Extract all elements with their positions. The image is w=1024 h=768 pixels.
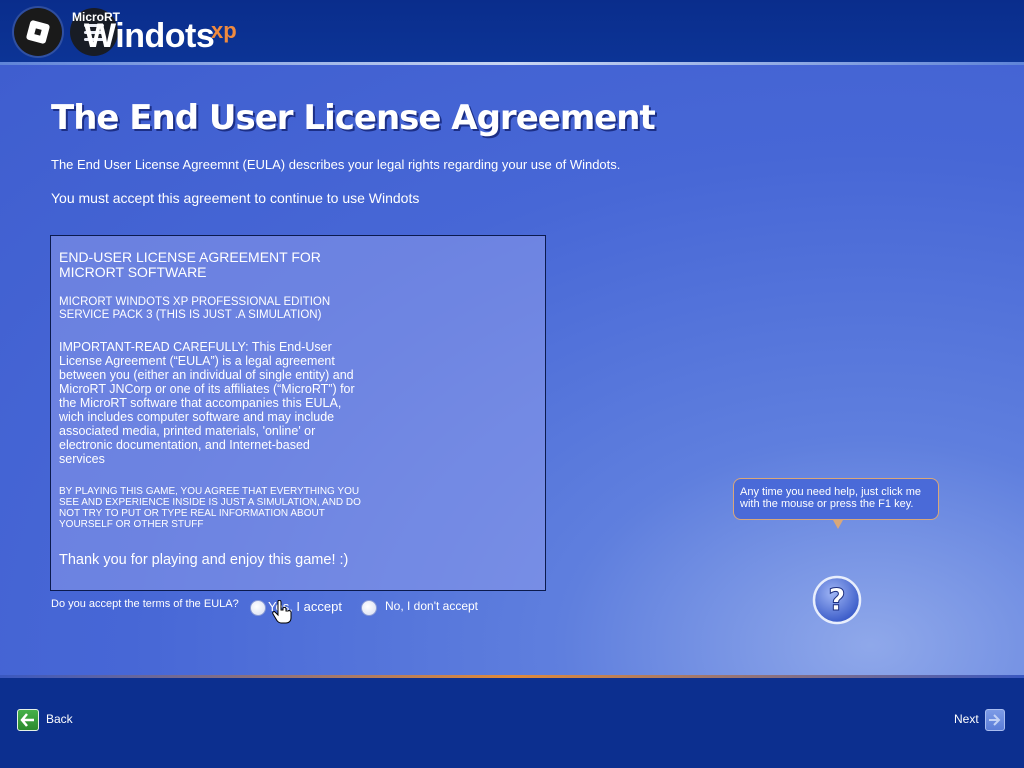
eula-thanks: Thank you for playing and enjoy this gam… — [59, 552, 349, 568]
hand-pointer-icon — [272, 600, 292, 624]
svg-text:?: ? — [828, 583, 845, 618]
accept-question: Do you accept the terms of the EULA? — [51, 598, 239, 610]
eula-textbox[interactable]: END-USER LICENSE AGREEMENT FOR MICRORT S… — [50, 235, 546, 591]
brand-xp: xp — [211, 18, 237, 43]
question-mark-icon[interactable]: ? — [812, 575, 862, 625]
eula-heading: END-USER LICENSE AGREEMENT FOR MICRORT S… — [59, 249, 321, 280]
footer-bar: Back Next — [0, 678, 1024, 768]
accept-instruction: You must accept this agreement to contin… — [51, 190, 420, 206]
accept-no-label[interactable]: No, I don't accept — [385, 599, 478, 613]
help-tooltip: Any time you need help, just click me wi… — [733, 478, 939, 520]
back-arrow-icon[interactable] — [17, 709, 39, 731]
top-bar: MicroRT Windots xp — [0, 0, 1024, 62]
back-button[interactable]: Back — [46, 712, 73, 726]
page-title: The End User License Agreement — [51, 98, 656, 138]
eula-important: IMPORTANT-READ CAREFULLY: This End-User … — [59, 340, 355, 466]
roblox-logo-icon[interactable] — [14, 8, 62, 56]
intro-text: The End User License Agreemnt (EULA) des… — [51, 157, 621, 172]
next-arrow-icon[interactable] — [985, 709, 1005, 731]
accept-no-radio[interactable] — [361, 600, 377, 616]
tooltip-tail — [833, 520, 843, 529]
accept-yes-radio[interactable] — [250, 600, 266, 616]
eula-small-print: BY PLAYING THIS GAME, YOU AGREE THAT EVE… — [59, 486, 361, 530]
eula-product: MICRORT WINDOTS XP PROFESSIONAL EDITION … — [59, 296, 331, 321]
brand-title: Windots — [84, 17, 215, 55]
next-button[interactable]: Next — [954, 712, 979, 726]
setup-main-panel: The End User License Agreement The End U… — [0, 65, 1024, 676]
